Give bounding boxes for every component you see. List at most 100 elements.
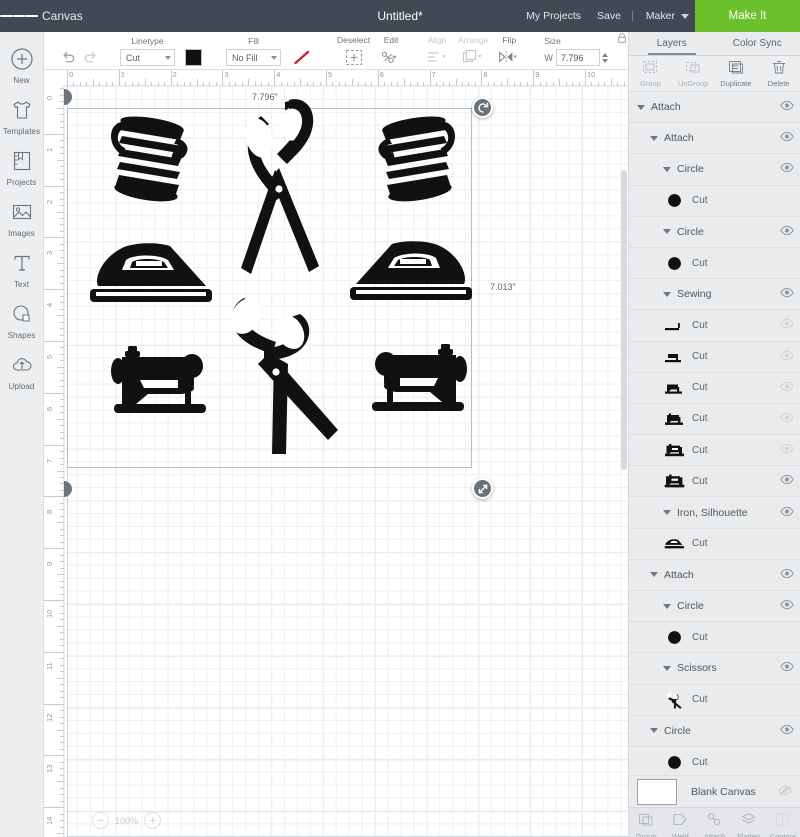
redo-icon[interactable] xyxy=(79,48,101,66)
chevron-down-icon[interactable] xyxy=(650,572,658,578)
visibility-eye-icon[interactable] xyxy=(780,100,794,114)
linetype-color-swatch[interactable] xyxy=(185,49,202,66)
visibility-eye-icon[interactable] xyxy=(780,412,794,426)
blank-canvas-row[interactable]: Blank Canvas xyxy=(629,775,800,807)
layer-row[interactable]: Cut xyxy=(629,310,800,342)
flip-button[interactable] xyxy=(498,48,520,66)
arrange-button[interactable] xyxy=(462,48,484,66)
lock-icon[interactable] xyxy=(616,32,628,46)
sidebar-item-shapes[interactable]: Shapes xyxy=(0,295,44,346)
duplicate-button[interactable]: Duplicate xyxy=(715,60,758,88)
layer-row[interactable]: Cut xyxy=(629,186,800,217)
artwork-iron-left[interactable] xyxy=(86,240,216,307)
artwork-thread-spool-left[interactable] xyxy=(89,114,197,214)
visibility-eye-icon[interactable] xyxy=(780,318,794,332)
layer-row[interactable]: Cut xyxy=(629,342,800,373)
artwork-scissors-lower[interactable] xyxy=(214,284,344,459)
layer-group-row[interactable]: Circle xyxy=(629,716,800,747)
width-input[interactable]: 7.796 xyxy=(555,49,600,66)
my-projects-link[interactable]: My Projects xyxy=(526,10,581,22)
layer-group-row[interactable]: Iron, Silhouette xyxy=(629,497,800,529)
layer-group-row[interactable]: Attach xyxy=(629,560,800,591)
no-fill-icon[interactable] xyxy=(291,49,313,66)
layer-group-row[interactable]: Attach xyxy=(629,92,800,124)
chevron-down-icon[interactable] xyxy=(663,229,671,235)
vertical-scrollbar[interactable] xyxy=(621,170,627,470)
chevron-down-icon[interactable] xyxy=(663,291,671,297)
layer-row[interactable]: Cut xyxy=(629,435,800,467)
hidden-eye-icon[interactable] xyxy=(778,785,792,799)
layer-row[interactable]: Cut xyxy=(629,747,800,775)
layer-row[interactable]: Cut xyxy=(629,622,800,654)
chevron-down-icon[interactable] xyxy=(663,603,671,609)
sidebar-item-projects[interactable]: Projects xyxy=(0,142,44,193)
align-button[interactable] xyxy=(426,48,448,66)
layer-group-row[interactable]: Scissors xyxy=(629,653,800,685)
artwork-scissors-upper[interactable] xyxy=(219,96,329,286)
visibility-eye-icon[interactable] xyxy=(780,443,794,457)
layer-group-row[interactable]: Circle xyxy=(629,154,800,186)
width-stepper[interactable] xyxy=(601,52,608,63)
visibility-eye-icon[interactable] xyxy=(780,661,794,675)
layers-list[interactable]: Attach Attach Circle Cut Circle Cut Sewing Cut C… xyxy=(629,92,800,775)
tab-layers[interactable]: Layers xyxy=(629,32,715,55)
visibility-eye-icon[interactable] xyxy=(780,350,794,364)
visibility-eye-icon[interactable] xyxy=(780,162,794,176)
artwork-sewing-machine-right[interactable] xyxy=(364,342,472,418)
chevron-down-icon[interactable] xyxy=(650,135,658,141)
weld-button[interactable]: Weld xyxy=(663,812,697,837)
visibility-eye-icon[interactable] xyxy=(780,225,794,239)
sidebar-item-upload[interactable]: Upload xyxy=(0,346,44,397)
artwork-sewing-machine-left[interactable] xyxy=(106,344,214,420)
group-button[interactable]: Group xyxy=(629,60,672,88)
visibility-eye-icon[interactable] xyxy=(780,568,794,582)
sidebar-item-templates[interactable]: Templates xyxy=(0,91,44,142)
resize-handle-icon[interactable] xyxy=(472,478,493,499)
layer-row[interactable]: Cut xyxy=(629,404,800,436)
layer-group-row[interactable]: Circle xyxy=(629,217,800,248)
zoom-in-button[interactable]: + xyxy=(144,812,162,829)
tab-color-sync[interactable]: Color Sync xyxy=(715,32,800,55)
visibility-eye-icon[interactable] xyxy=(780,599,794,613)
contour-button[interactable]: Contour xyxy=(766,812,800,837)
edit-button[interactable] xyxy=(380,48,402,66)
bottom-group-button[interactable]: Group xyxy=(629,812,663,837)
chevron-down-icon[interactable] xyxy=(663,510,671,516)
save-button[interactable]: Save xyxy=(597,10,621,22)
visibility-eye-icon[interactable] xyxy=(780,131,794,145)
chevron-down-icon[interactable] xyxy=(663,665,671,671)
visibility-eye-icon[interactable] xyxy=(780,287,794,301)
zoom-out-button[interactable]: − xyxy=(92,812,109,829)
sidebar-item-text[interactable]: Text xyxy=(0,244,44,295)
chevron-down-icon[interactable] xyxy=(637,104,645,110)
artwork-iron-right[interactable] xyxy=(346,238,476,305)
layer-row[interactable]: Cut xyxy=(629,529,800,560)
visibility-eye-icon[interactable] xyxy=(780,381,794,395)
visibility-eye-icon[interactable] xyxy=(780,506,794,520)
layer-row[interactable]: Cut xyxy=(629,466,800,498)
visibility-eye-icon[interactable] xyxy=(780,724,794,738)
chevron-down-icon[interactable] xyxy=(650,728,658,734)
machine-selector[interactable]: Maker xyxy=(646,10,689,22)
ungroup-button[interactable]: UnGroup xyxy=(672,60,715,88)
rotate-handle-icon[interactable] xyxy=(472,97,493,118)
deselect-button[interactable] xyxy=(343,48,365,66)
linetype-select[interactable]: Cut xyxy=(120,49,175,66)
layer-row[interactable]: Cut xyxy=(629,373,800,404)
layer-row[interactable]: Cut xyxy=(629,685,800,716)
canvas-grid[interactable]: 7.796" 7.013" − 100% + xyxy=(64,86,628,837)
flatten-button[interactable]: Flatten xyxy=(732,812,766,837)
layer-group-row[interactable]: Circle xyxy=(629,591,800,623)
hamburger-icon[interactable] xyxy=(0,0,39,32)
attach-button[interactable]: Attach xyxy=(697,812,731,837)
layer-group-row[interactable]: Sewing xyxy=(629,279,800,311)
undo-icon[interactable] xyxy=(57,48,79,66)
delete-button[interactable]: Delete xyxy=(757,60,800,88)
sidebar-item-new[interactable]: New xyxy=(0,40,44,91)
fill-select[interactable]: No Fill xyxy=(226,49,281,66)
chevron-down-icon[interactable] xyxy=(663,166,671,172)
canvas-area[interactable]: 7.796" 7.013" − 100% + 0 1 2 3 4 5 6 7 8 9 10 012 xyxy=(44,70,628,837)
layer-row[interactable]: Cut xyxy=(629,248,800,280)
sidebar-item-images[interactable]: Images xyxy=(0,193,44,244)
visibility-eye-icon[interactable] xyxy=(780,474,794,488)
